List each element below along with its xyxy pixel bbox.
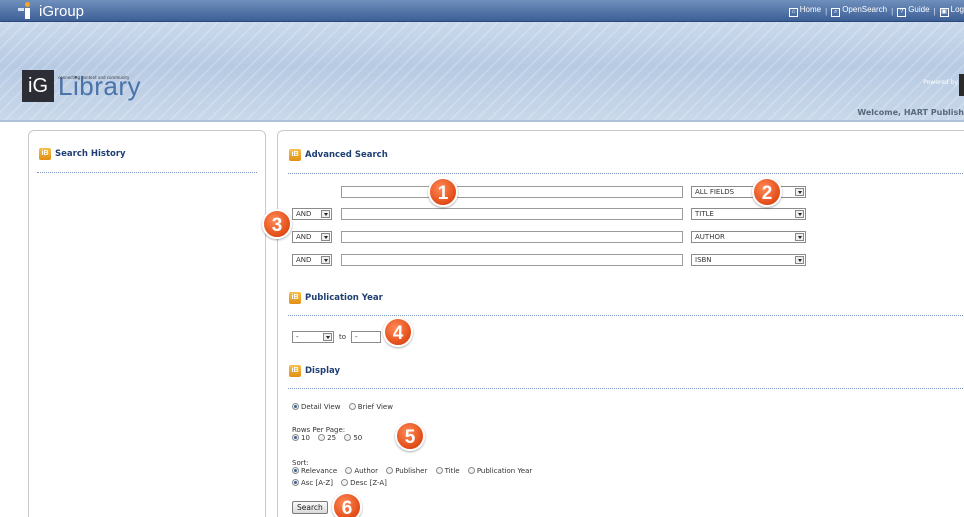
radio[interactable] xyxy=(318,434,326,441)
separator: | xyxy=(891,6,894,16)
chevron-down-icon xyxy=(321,210,330,218)
top-bar: iGroup ⌂ Home | ⌕ OpenSearch | ? Guide | ▣ L… xyxy=(0,0,964,22)
operator-select-2[interactable]: AND xyxy=(292,208,332,220)
radio[interactable] xyxy=(341,479,349,486)
guide-icon: ? xyxy=(897,8,907,17)
brief-view-option[interactable]: Brief View xyxy=(348,403,393,411)
rows-10-option[interactable]: 10 xyxy=(292,434,310,442)
logo-mark: iG xyxy=(22,70,54,102)
chevron-down-icon xyxy=(795,188,804,196)
chevron-down-icon xyxy=(321,256,330,264)
brand-name: iGroup xyxy=(39,2,85,20)
sort-title-option[interactable]: Title xyxy=(435,467,460,475)
logo-tagline: connecting content and community xyxy=(58,75,130,80)
sort-options: Relevance Author Publisher Title Publica… xyxy=(292,467,538,475)
search-history-panel: iB Search History xyxy=(28,130,266,517)
sort-relevance-option[interactable]: Relevance xyxy=(292,467,337,475)
advanced-search-heading: iB Advanced Search xyxy=(289,149,388,161)
callout-3: 3 xyxy=(262,209,292,239)
top-links: ⌂ Home | ⌕ OpenSearch | ? Guide | ▣ Log xyxy=(788,5,964,17)
lock-icon: ▣ xyxy=(939,8,949,17)
field-select-4[interactable]: ISBN xyxy=(691,254,806,266)
separator: | xyxy=(933,6,936,16)
radio-selected[interactable] xyxy=(292,434,299,441)
section-icon: iB xyxy=(289,149,301,161)
chevron-down-icon xyxy=(795,210,804,218)
header-banner: iG Library connecting content and commun… xyxy=(0,22,964,122)
separator: | xyxy=(825,6,828,16)
home-icon: ⌂ xyxy=(788,8,798,17)
partner-logo xyxy=(959,74,964,96)
callout-5: 5 xyxy=(395,421,425,451)
year-to-select[interactable]: - xyxy=(351,331,381,343)
guide-link[interactable]: ? Guide xyxy=(897,5,930,17)
operator-select-3[interactable]: AND xyxy=(292,231,332,243)
rows-25-option[interactable]: 25 xyxy=(318,434,336,442)
search-term-input-4[interactable] xyxy=(341,254,683,266)
detail-view-option[interactable]: Detail View xyxy=(292,403,340,411)
home-link[interactable]: ⌂ Home xyxy=(788,5,821,17)
search-term-input-2[interactable] xyxy=(341,208,683,220)
radio[interactable] xyxy=(435,467,443,474)
sort-publication-year-option[interactable]: Publication Year xyxy=(467,467,532,475)
search-term-input-1[interactable] xyxy=(341,186,683,198)
powered-by: Powered by xyxy=(923,79,958,86)
year-to-label: to xyxy=(339,333,347,341)
radio[interactable] xyxy=(344,434,352,441)
section-icon: iB xyxy=(289,292,301,304)
radio-selected[interactable] xyxy=(292,479,299,486)
asc-option[interactable]: Asc [A-Z] xyxy=(292,479,333,487)
radio-selected[interactable] xyxy=(292,403,299,410)
field-select-2[interactable]: TITLE xyxy=(691,208,806,220)
radio[interactable] xyxy=(386,467,394,474)
radio[interactable] xyxy=(345,467,353,474)
chevron-down-icon xyxy=(323,333,332,341)
sort-publisher-option[interactable]: Publisher xyxy=(386,467,427,475)
search-term-input-3[interactable] xyxy=(341,231,683,243)
sort-label: Sort: xyxy=(292,459,309,467)
divider xyxy=(37,172,257,173)
search-history-heading: iB Search History xyxy=(39,148,126,160)
rows-50-option[interactable]: 50 xyxy=(344,434,362,442)
divider xyxy=(288,315,964,316)
opensearch-icon: ⌕ xyxy=(831,8,841,17)
igroup-logo-icon xyxy=(18,2,36,20)
opensearch-link[interactable]: ⌕ OpenSearch xyxy=(831,5,887,17)
radio[interactable] xyxy=(467,467,475,474)
welcome-text: Welcome, HART Publish xyxy=(857,108,964,117)
chevron-down-icon xyxy=(795,256,804,264)
callout-4: 4 xyxy=(383,317,413,347)
sort-author-option[interactable]: Author xyxy=(345,467,378,475)
view-options: Detail View Brief View xyxy=(292,403,399,411)
field-select-1[interactable]: ALL FIELDS xyxy=(691,186,806,198)
section-icon: iB xyxy=(289,365,301,377)
advanced-search-panel: iB Advanced Search ALL FIELDS AND TITLE … xyxy=(277,130,964,517)
publication-year-heading: iB Publication Year xyxy=(289,292,383,304)
divider xyxy=(288,388,964,389)
callout-6: 6 xyxy=(332,492,362,517)
chevron-down-icon xyxy=(321,233,330,241)
sort-order-options: Asc [A-Z] Desc [Z-A] xyxy=(292,479,393,487)
desc-option[interactable]: Desc [Z-A] xyxy=(341,479,387,487)
field-select-3[interactable]: AUTHOR xyxy=(691,231,806,243)
divider xyxy=(288,173,964,174)
search-button[interactable]: Search xyxy=(292,501,328,514)
radio[interactable] xyxy=(348,403,356,410)
radio-selected[interactable] xyxy=(292,467,299,474)
section-icon: iB xyxy=(39,148,51,160)
callout-1: 1 xyxy=(428,177,458,207)
rows-per-page-options: 10 25 50 xyxy=(292,434,368,442)
igroup-brand[interactable]: iGroup xyxy=(18,2,84,20)
operator-select-4[interactable]: AND xyxy=(292,254,332,266)
display-heading: iB Display xyxy=(289,365,340,377)
chevron-down-icon xyxy=(795,233,804,241)
callout-2: 2 xyxy=(752,177,782,207)
log-link[interactable]: ▣ Log xyxy=(939,5,964,17)
rows-per-page-label: Rows Per Page: xyxy=(292,426,346,434)
year-from-select[interactable]: - xyxy=(292,331,334,343)
